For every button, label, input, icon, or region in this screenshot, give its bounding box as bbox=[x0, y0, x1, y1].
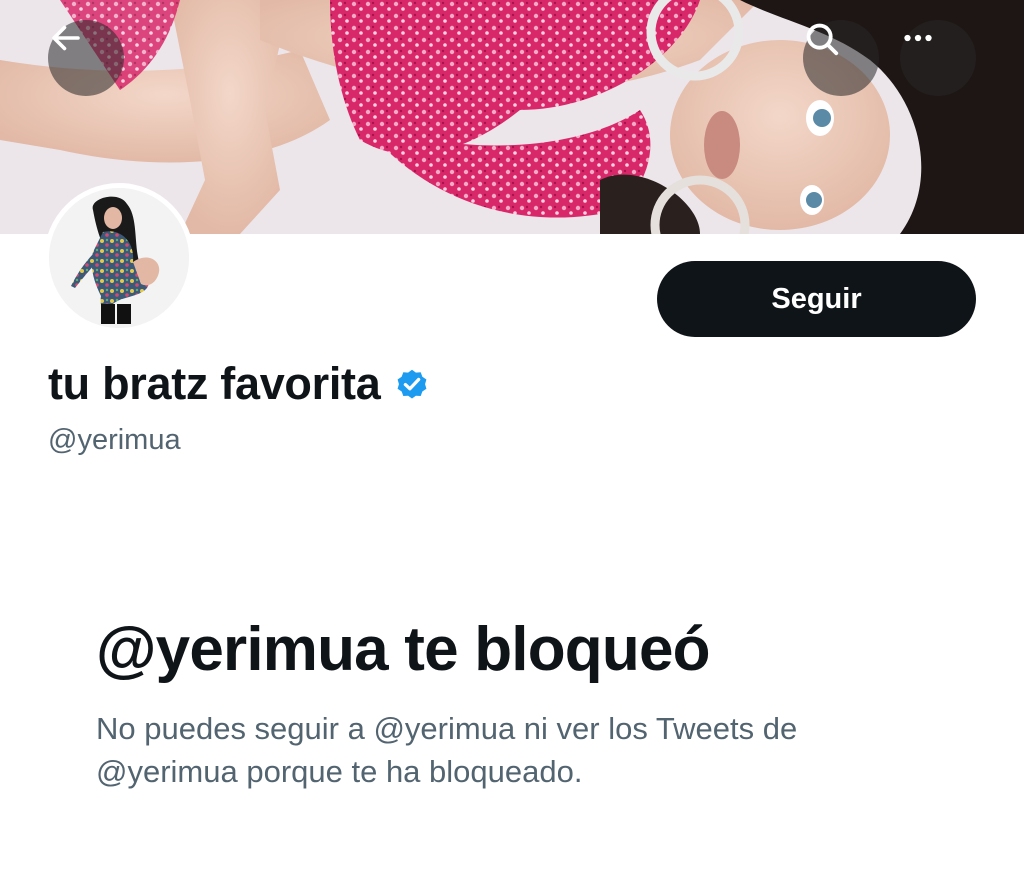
arrow-left-icon bbox=[52, 25, 80, 51]
back-button[interactable] bbox=[48, 20, 124, 96]
display-name: tu bratz favorita bbox=[48, 358, 381, 409]
verified-badge-icon[interactable] bbox=[394, 366, 430, 402]
blocked-description: No puedes seguir a @yerimua ni ver los T… bbox=[96, 711, 798, 789]
profile-name-row: tu bratz favorita bbox=[48, 358, 430, 410]
more-horizontal-icon bbox=[904, 34, 932, 42]
avatar-image bbox=[49, 188, 189, 328]
follow-button[interactable]: Seguir bbox=[657, 261, 976, 337]
search-icon bbox=[806, 23, 839, 56]
blocked-title: @yerimua te bloqueó bbox=[96, 615, 711, 684]
profile-handle: @yerimua bbox=[48, 424, 181, 456]
profile-screen: Seguir tu bratz favorita @yerimua @yerim… bbox=[0, 0, 1024, 883]
more-button[interactable] bbox=[900, 20, 976, 96]
search-button[interactable] bbox=[803, 20, 879, 96]
avatar[interactable] bbox=[44, 183, 194, 333]
